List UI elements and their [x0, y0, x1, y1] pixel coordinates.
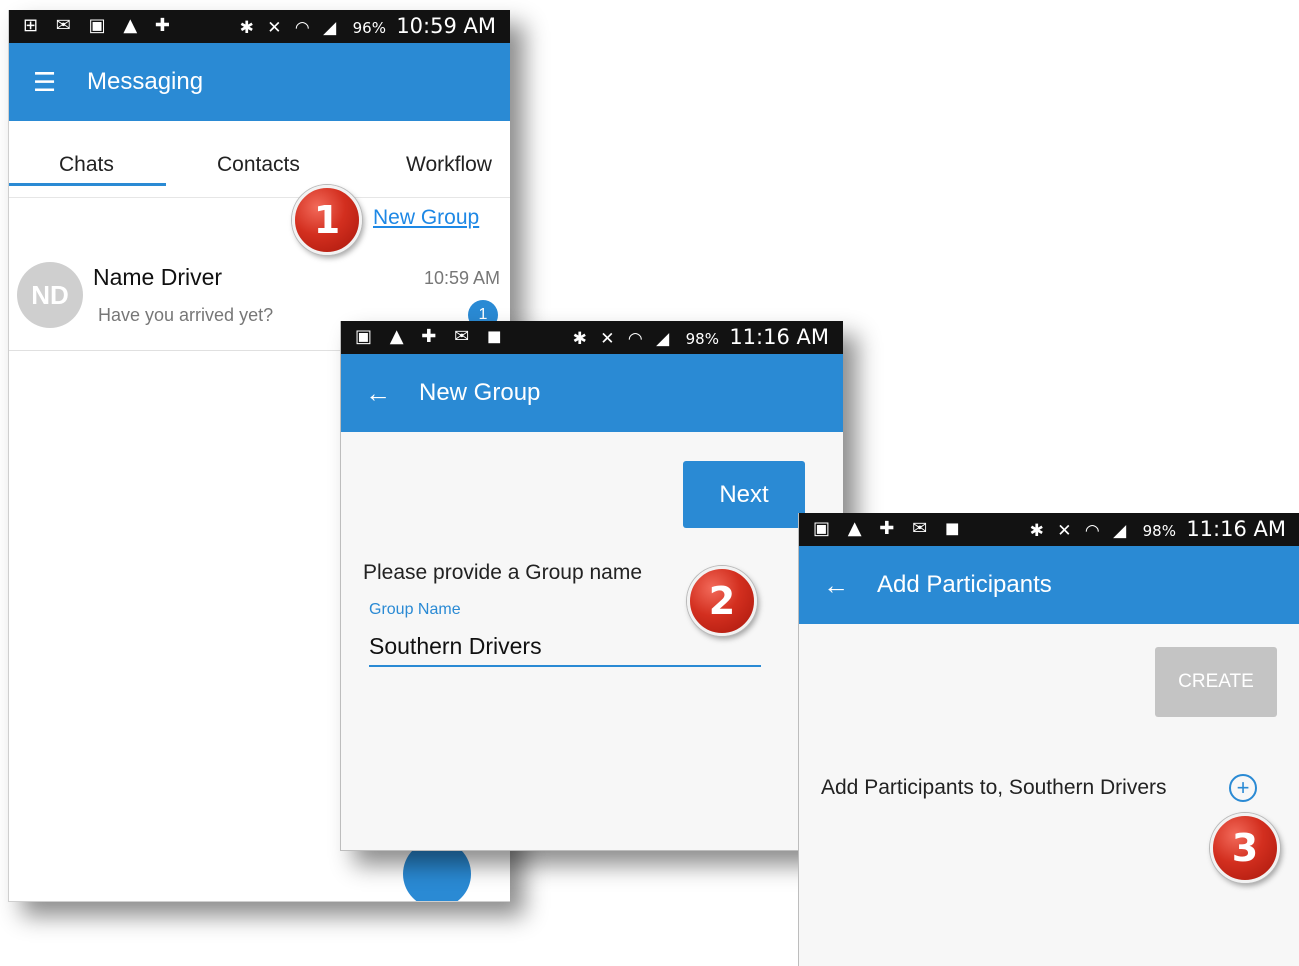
status-bar: ⊞ ✉ ▣ ▲ ✚ ✱ ✕ ◠ ◢ 96% 10:59 AM [9, 10, 510, 43]
back-arrow-icon[interactable]: ← [823, 572, 849, 598]
status-time: 10:59 AM [396, 14, 496, 38]
status-right: ✱ ✕ ◠ ◢ 98% 11:16 AM [573, 325, 829, 349]
next-button[interactable]: Next [683, 461, 805, 528]
tab-workflow[interactable]: Workflow [406, 153, 492, 177]
system-icons: ✱ ✕ ◠ ◢ [239, 18, 341, 38]
chat-preview: Have you arrived yet? [98, 305, 274, 325]
notification-icons: ▣ ▲ ✚ ✉ ◼ [355, 326, 508, 347]
status-bar: ▣ ▲ ✚ ✉ ◼ ✱ ✕ ◠ ◢ 98% 11:16 AM [799, 513, 1299, 546]
new-group-screen: ▣ ▲ ✚ ✉ ◼ ✱ ✕ ◠ ◢ 98% 11:16 AM ← New Gro… [340, 321, 843, 851]
step-1-badge: 1 [292, 185, 362, 255]
system-icons: ✱ ✕ ◠ ◢ [572, 329, 674, 349]
battery-level: 98% [685, 330, 719, 348]
status-right: ✱ ✕ ◠ ◢ 98% 11:16 AM [1030, 517, 1286, 541]
app-title: New Group [419, 379, 541, 406]
add-circle-icon[interactable]: + [1229, 774, 1257, 802]
tab-chats[interactable]: Chats [59, 153, 114, 177]
notification-icons: ▣ ▲ ✚ ✉ ◼ [813, 518, 966, 539]
system-icons: ✱ ✕ ◠ ◢ [1029, 521, 1131, 541]
new-group-link[interactable]: New Group [373, 206, 479, 230]
add-participants-label: Add Participants to, Southern Drivers [821, 776, 1167, 799]
chat-time: 10:59 AM [423, 268, 500, 288]
battery-level: 98% [1142, 522, 1176, 540]
status-right: ✱ ✕ ◠ ◢ 96% 10:59 AM [240, 14, 496, 38]
input-underline [369, 665, 761, 667]
back-arrow-icon[interactable]: ← [365, 380, 391, 406]
active-tab-indicator [9, 183, 166, 186]
group-name-label: Group Name [369, 601, 461, 618]
add-participants-screen: ▣ ▲ ✚ ✉ ◼ ✱ ✕ ◠ ◢ 98% 11:16 AM ← Add Par… [798, 513, 1299, 966]
app-bar: ← New Group [341, 354, 843, 432]
app-bar: ← Add Participants [799, 546, 1299, 624]
step-3-badge: 3 [1210, 813, 1280, 883]
step-2-badge: 2 [687, 566, 757, 636]
menu-icon[interactable]: ☰ [33, 69, 56, 95]
app-title: Add Participants [877, 571, 1052, 598]
tab-contacts[interactable]: Contacts [217, 153, 300, 177]
group-name-prompt: Please provide a Group name [363, 561, 642, 584]
app-title: Messaging [87, 68, 204, 95]
app-bar: ☰ Messaging [9, 43, 510, 121]
tab-bar: Chats Contacts Workflow [9, 121, 510, 198]
battery-level: 96% [352, 19, 386, 37]
group-name-input[interactable]: Southern Drivers [369, 633, 542, 660]
create-button[interactable]: CREATE [1155, 647, 1277, 717]
status-bar: ▣ ▲ ✚ ✉ ◼ ✱ ✕ ◠ ◢ 98% 11:16 AM [341, 321, 843, 354]
chat-name: Name Driver [93, 264, 223, 290]
avatar: ND [17, 262, 83, 328]
status-time: 11:16 AM [1186, 517, 1286, 541]
status-time: 11:16 AM [729, 325, 829, 349]
notification-icons: ⊞ ✉ ▣ ▲ ✚ [23, 15, 176, 36]
